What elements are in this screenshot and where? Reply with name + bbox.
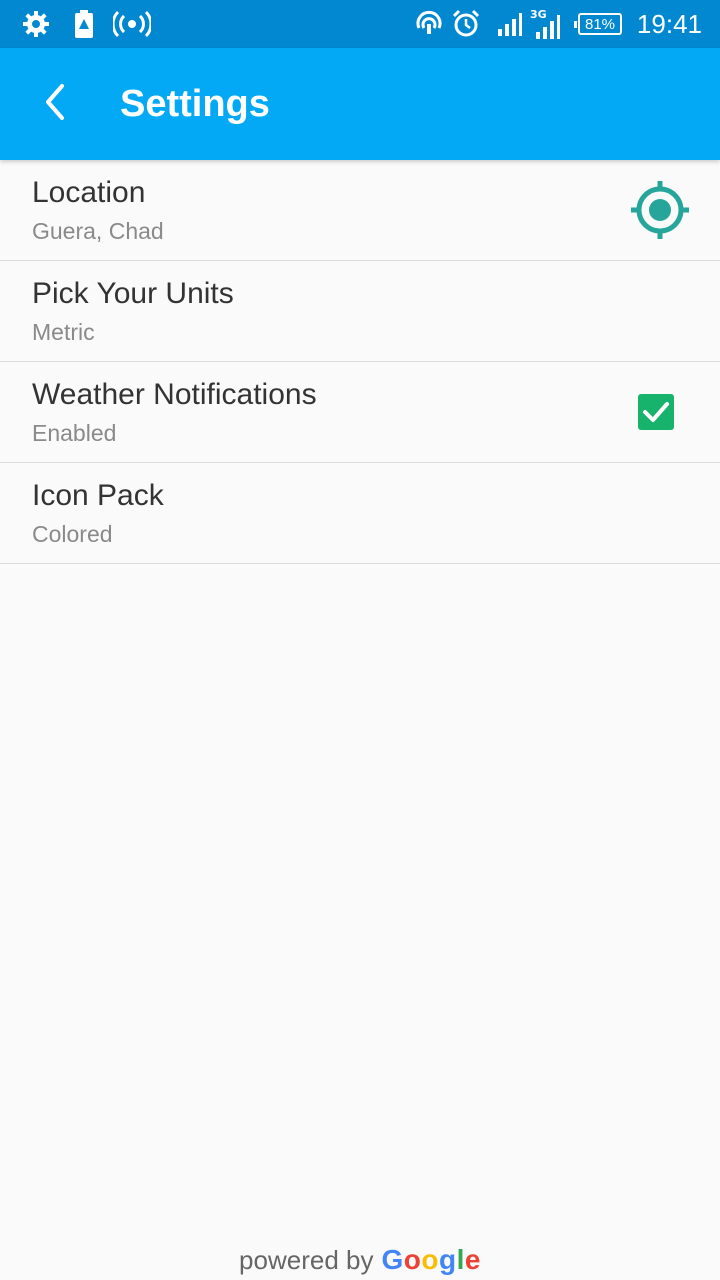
setting-weather-notifications[interactable]: Weather Notifications Enabled [0,362,720,463]
setting-subtitle: Colored [32,521,113,547]
status-bar: 3G 81% 19:41 [0,0,720,48]
setting-location[interactable]: Location Guera, Chad [0,160,720,261]
alarm-icon [450,8,482,40]
setting-title: Pick Your Units [32,277,234,310]
setting-icon-pack[interactable]: Icon Pack Colored [0,463,720,564]
chevron-left-icon [42,82,70,127]
setting-title: Location [32,176,146,209]
nfc-icon [414,8,444,40]
settings-cog-icon [20,8,52,40]
setting-subtitle: Enabled [32,420,117,446]
svg-text:3G: 3G [530,8,547,21]
status-time: 19:41 [636,9,702,39]
app-bar: Settings [0,48,720,160]
google-logo: Google [381,1244,481,1275]
page-title: Settings [120,83,270,125]
checkmark-icon [643,402,669,422]
setting-subtitle: Guera, Chad [32,218,164,244]
setting-units[interactable]: Pick Your Units Metric [0,261,720,362]
signal-icon [496,8,524,40]
notifications-checkbox[interactable] [638,394,674,430]
setting-title: Icon Pack [32,479,164,512]
setting-subtitle: Metric [32,319,95,345]
battery-warning-icon [70,8,98,40]
settings-list: Location Guera, Chad Pick Your Units Met… [0,160,720,564]
gps-target-icon[interactable] [630,180,690,240]
back-button[interactable] [28,76,84,132]
powered-by-label: powered by [239,1244,374,1275]
setting-title: Weather Notifications [32,378,317,411]
powered-by-footer: powered by Google [0,1240,720,1280]
hotspot-icon [112,8,152,40]
signal-3g-icon: 3G [530,8,562,40]
battery-indicator: 81% [574,13,622,35]
